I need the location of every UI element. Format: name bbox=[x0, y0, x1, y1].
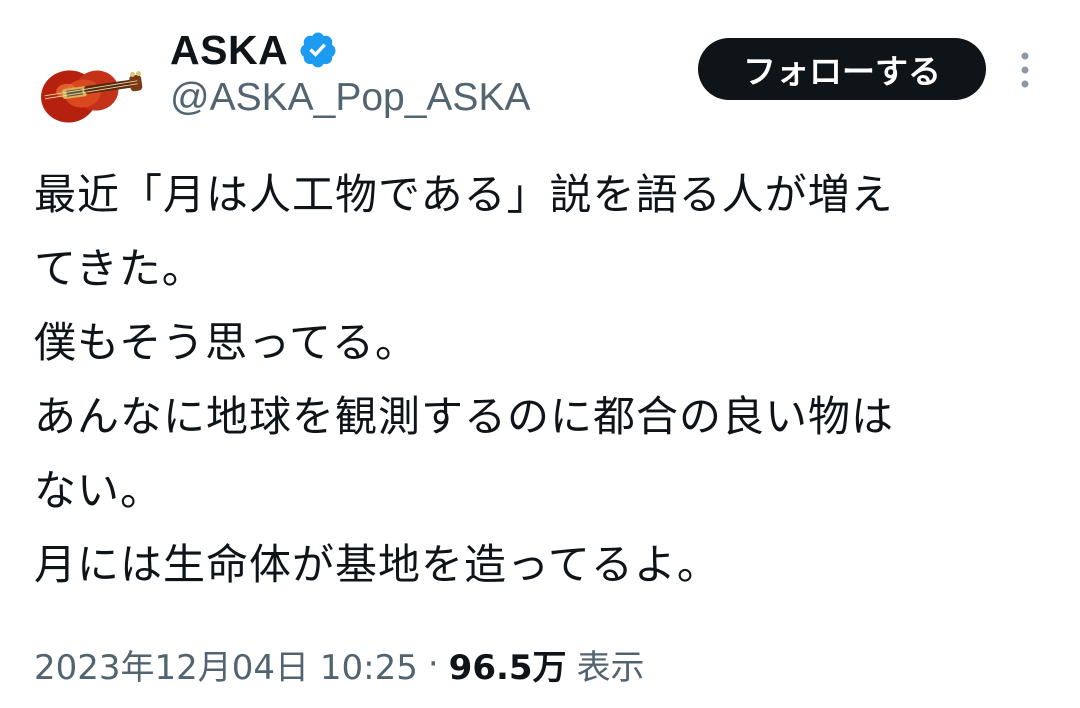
author-display-name[interactable]: ASKA bbox=[170, 27, 288, 74]
violin-bass-guitar-icon bbox=[41, 70, 143, 123]
avatar[interactable] bbox=[22, 24, 150, 152]
author-handle[interactable]: @ASKA_Pop_ASKA bbox=[170, 76, 530, 120]
tweet-meta: 2023年12月04日 10:25 · 96.5万 表示 bbox=[34, 636, 645, 692]
meta-separator: · bbox=[427, 644, 439, 684]
tweet: ASKA @ASKA_Pop_ASKA フォローする 最近「月は人工物である」説… bbox=[0, 0, 1080, 708]
author-name-row: ASKA bbox=[170, 24, 338, 76]
tweet-timestamp[interactable]: 2023年12月04日 10:25 bbox=[34, 640, 418, 689]
tweet-text-line: 最近「月は人工物である」説を語る人が増え bbox=[34, 170, 894, 219]
tweet-text-line: 僕もそう思ってる。 bbox=[34, 318, 419, 367]
tweet-text-line: 月には生命体が基地を造ってるよ。 bbox=[34, 540, 720, 589]
tweet-text-line: あんなに地球を観測するのに都合の良い物は bbox=[34, 392, 895, 441]
more-options-icon[interactable] bbox=[1010, 48, 1040, 92]
views-label[interactable]: 表示 bbox=[577, 640, 645, 689]
follow-button[interactable]: フォローする bbox=[698, 38, 986, 100]
tweet-text: 最近「月は人工物である」説を語る人が増え てきた。 僕もそう思ってる。 あんなに… bbox=[34, 158, 1044, 602]
verified-badge-icon[interactable] bbox=[298, 30, 338, 70]
tweet-text-line: てきた。 bbox=[34, 244, 205, 293]
tweet-text-line: ない。 bbox=[34, 466, 164, 515]
views-count[interactable]: 96.5万 bbox=[449, 640, 567, 689]
